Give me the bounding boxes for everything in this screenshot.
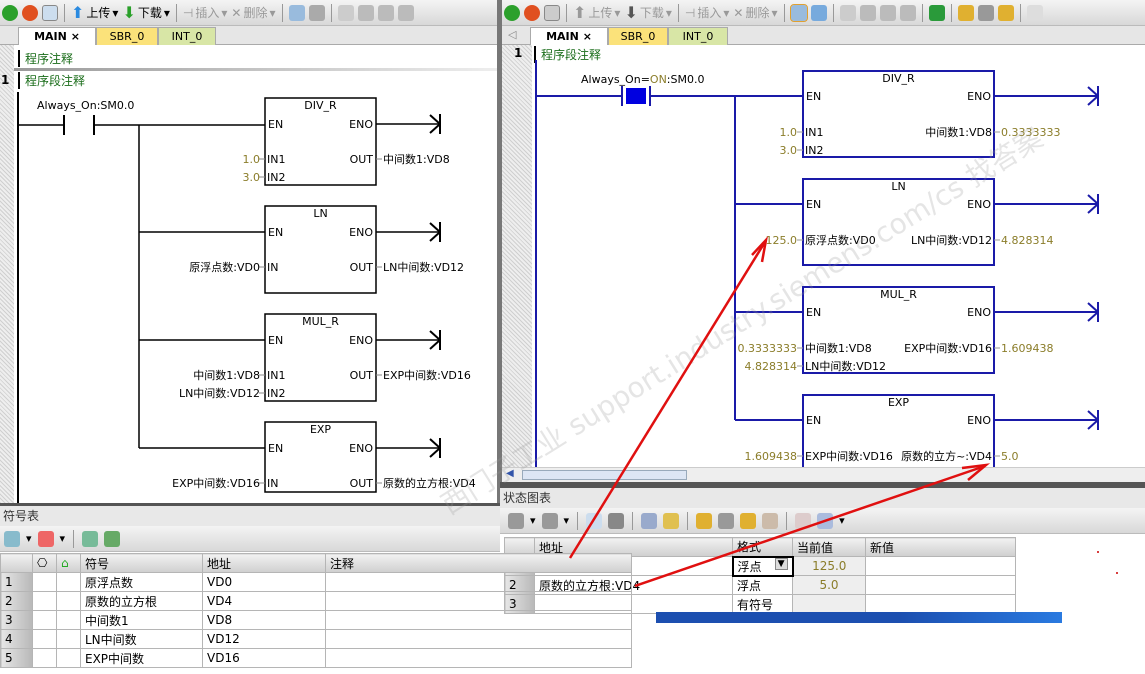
- red-arrow-to-input: [568, 241, 767, 559]
- red-arrow-to-output: [634, 464, 986, 588]
- annotation-arrows: [568, 236, 1118, 588]
